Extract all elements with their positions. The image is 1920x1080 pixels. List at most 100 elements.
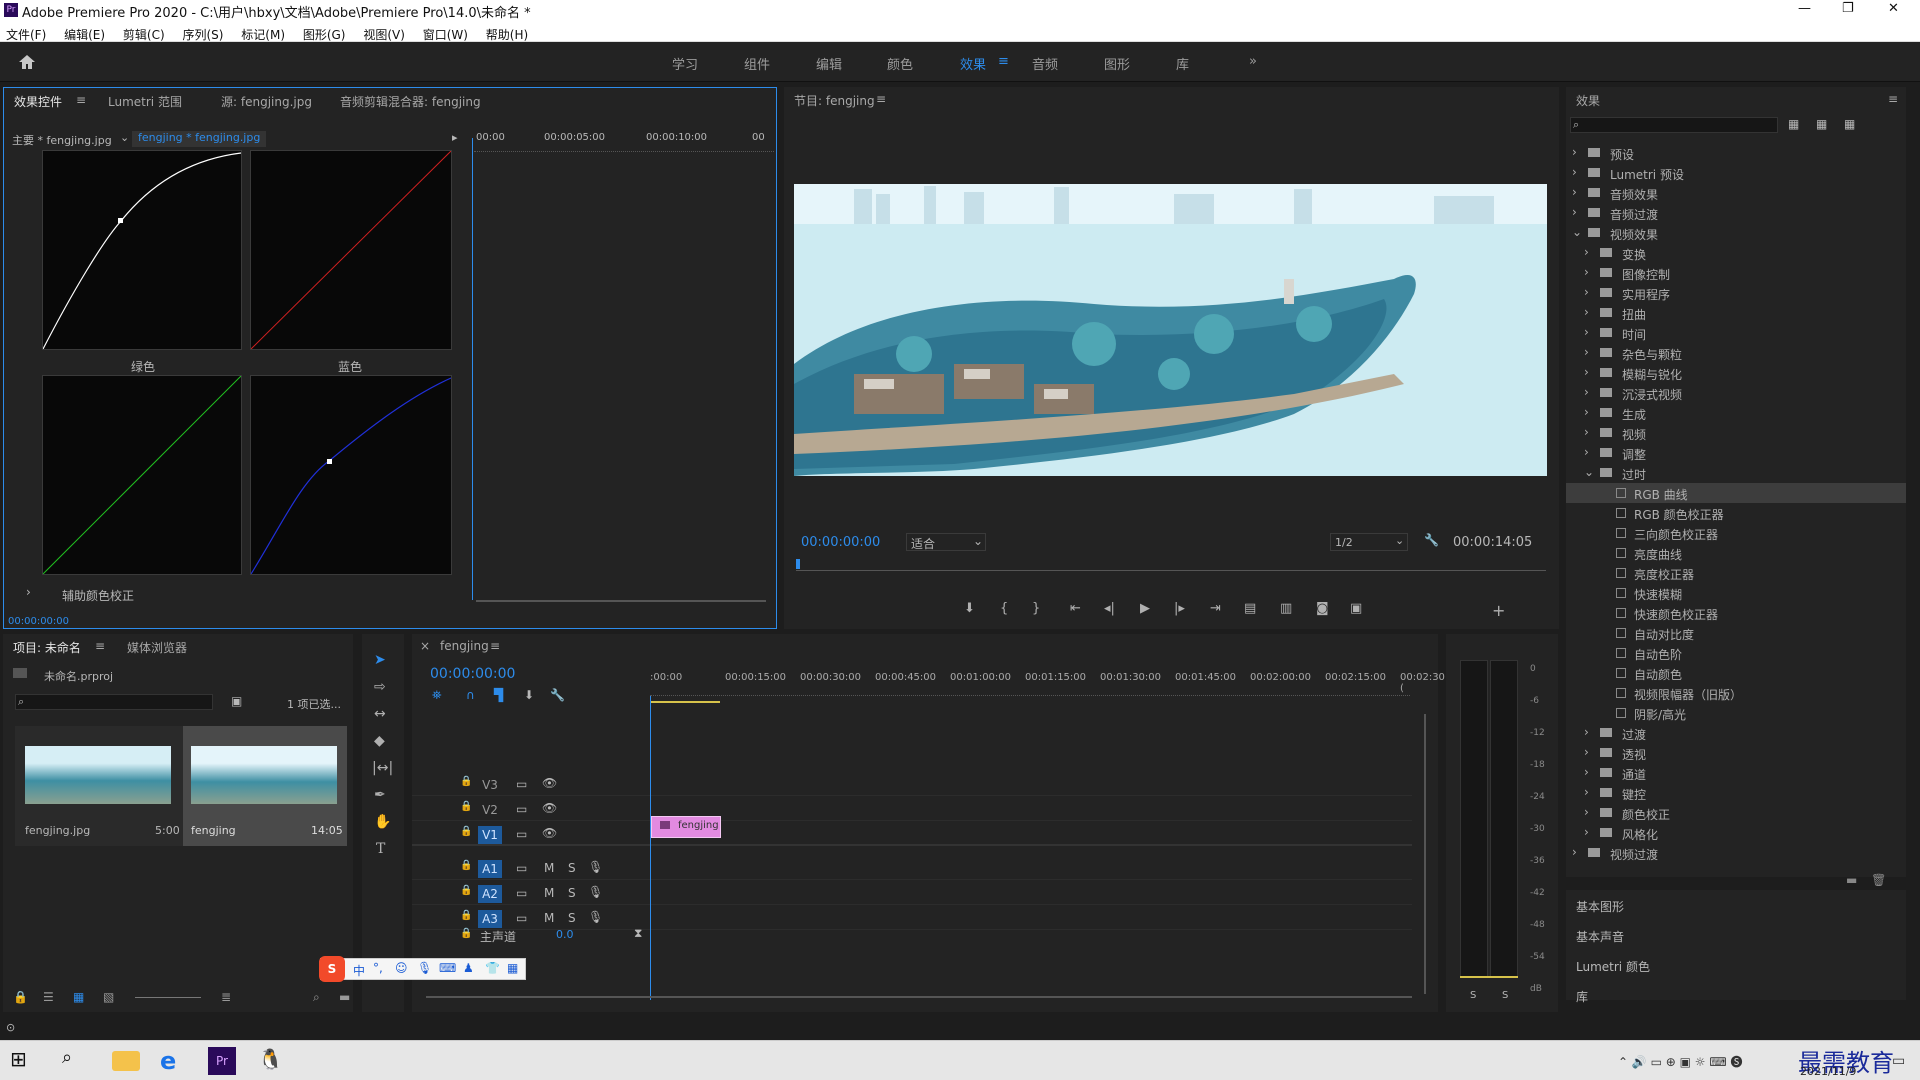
effects-tree-item[interactable]: › 图像控制	[1566, 263, 1906, 283]
effects-tree-item[interactable]: › 实用程序	[1566, 283, 1906, 303]
sync-lock-icon[interactable]: ▭	[516, 802, 527, 816]
effects-tree-item[interactable]: 自动色阶	[1566, 643, 1906, 663]
tab-media-browser[interactable]: 媒体浏览器	[127, 639, 187, 656]
effects-tree-item[interactable]: › 预设	[1566, 143, 1906, 163]
track-label[interactable]: A2	[478, 885, 502, 903]
effects-search-input[interactable]: ⌕	[1570, 117, 1778, 133]
effects-tree-item[interactable]: › 杂色与颗粒	[1566, 343, 1906, 363]
workspace-audio[interactable]: 音频	[1032, 54, 1058, 73]
chevron-right-icon[interactable]: ›	[1584, 305, 1589, 319]
effects-tree-item[interactable]: 亮度校正器	[1566, 563, 1906, 583]
effects-tree-item[interactable]: › 透视	[1566, 743, 1906, 763]
project-item-2[interactable]: fengjing 14:05	[183, 726, 347, 846]
tray-icons[interactable]: ⌃ 🔊 ▭ ⊕ ▣ ☼ ⌨ 🅢	[1618, 1053, 1743, 1070]
timeline-vscroll[interactable]	[1424, 714, 1426, 994]
lock-icon[interactable]: 🔒	[460, 860, 472, 871]
list-view-icon[interactable]: ☰	[43, 990, 54, 1004]
section-lumetri-color[interactable]: Lumetri 颜色	[1576, 958, 1650, 975]
effects-tree-item[interactable]: 三向颜色校正器	[1566, 523, 1906, 543]
sync-lock-icon[interactable]: ▭	[516, 827, 527, 841]
toolbox-icon[interactable]: ▦	[507, 961, 518, 975]
program-title[interactable]: 节目: fengjing	[794, 92, 875, 109]
new-folder-icon[interactable]: ▬	[1846, 873, 1857, 887]
effects-tree-item[interactable]: ⌄ 过时	[1566, 463, 1906, 483]
eye-icon[interactable]: 👁	[542, 801, 557, 815]
microphone-icon[interactable]: 🎙	[588, 885, 603, 899]
effects-tree-item[interactable]: › 音频过渡	[1566, 203, 1906, 223]
eye-icon[interactable]: 👁	[542, 826, 557, 840]
workspace-assembly[interactable]: 组件	[744, 54, 770, 73]
voice-icon[interactable]: 🎙	[417, 961, 432, 975]
effects-tree-item[interactable]: › 过渡	[1566, 723, 1906, 743]
chevron-down-icon[interactable]: ⌄	[1572, 225, 1582, 239]
panel-menu-icon[interactable]: ≡	[76, 93, 86, 107]
keyboard-icon[interactable]: ⌨	[439, 961, 456, 975]
chevron-right-icon[interactable]: ›	[1572, 165, 1577, 179]
red-curve-graph[interactable]	[250, 150, 452, 350]
section-essential-sound[interactable]: 基本声音	[1576, 928, 1624, 945]
clip-tab[interactable]: fengjing * fengjing.jpg	[132, 131, 267, 147]
solo-button[interactable]: S	[568, 886, 576, 900]
search-icon[interactable]: ⌕	[62, 1047, 90, 1075]
work-area-bar[interactable]	[650, 701, 720, 703]
workspace-editing[interactable]: 编辑	[816, 54, 842, 73]
tab-audio-clip-mixer[interactable]: 音频剪辑混合器: fengjing	[340, 93, 481, 110]
timeline-tab[interactable]: fengjing	[440, 639, 489, 653]
track-select-tool-icon[interactable]: ⇨	[374, 679, 386, 695]
lock-icon[interactable]: 🔒	[460, 885, 472, 896]
new-bin-icon[interactable]: ▣	[231, 694, 242, 708]
chevron-right-icon[interactable]: ›	[1584, 265, 1589, 279]
eye-icon[interactable]: 👁	[542, 776, 557, 790]
master-clip-label[interactable]: 主要 * fengjing.jpg	[12, 132, 112, 148]
add-marker-icon[interactable]: ⬇	[524, 688, 534, 702]
chevron-right-icon[interactable]: ›	[1584, 325, 1589, 339]
ime-mode[interactable]: 中	[353, 962, 365, 979]
add-marker-icon[interactable]: ⬇	[964, 601, 975, 616]
section-libraries[interactable]: 库	[1576, 988, 1588, 1005]
zoom-slider[interactable]	[135, 997, 201, 998]
menu-sequence[interactable]: 序列(S)	[182, 28, 223, 42]
comparison-view-icon[interactable]: ▣	[1350, 601, 1362, 616]
section-essential-graphics[interactable]: 基本图形	[1576, 898, 1624, 915]
chevron-right-icon[interactable]: ›	[1584, 745, 1589, 759]
home-icon[interactable]	[18, 54, 36, 70]
file-explorer-icon[interactable]	[112, 1051, 140, 1071]
timeline-close-icon[interactable]: ×	[420, 639, 430, 653]
timeline-wrench-icon[interactable]: 🔧	[550, 688, 565, 702]
microphone-icon[interactable]: 🎙	[588, 910, 603, 924]
effects-tree-item[interactable]: RGB 曲线	[1566, 483, 1906, 503]
fit-dropdown[interactable]: 适合 ⌄	[906, 533, 986, 551]
effects-tree-item[interactable]: › 通道	[1566, 763, 1906, 783]
menu-graphics[interactable]: 图形(G)	[303, 28, 346, 42]
maximize-button[interactable]: ❐	[1842, 1, 1854, 16]
effects-tree-item[interactable]: › 沉浸式视频	[1566, 383, 1906, 403]
windows-start-icon[interactable]: ⊞	[10, 1047, 38, 1075]
close-button[interactable]: ✕	[1888, 1, 1899, 16]
menu-clip[interactable]: 剪辑(C)	[123, 28, 165, 42]
lock-icon[interactable]: 🔒	[460, 776, 472, 787]
chevron-right-icon[interactable]: ›	[1572, 185, 1577, 199]
track-header-v1[interactable]: 🔒 V1 ▭ 👁	[412, 822, 1412, 846]
effects-tree-item[interactable]: › 键控	[1566, 783, 1906, 803]
effects-tree-item[interactable]: › 调整	[1566, 443, 1906, 463]
workspace-libraries[interactable]: 库	[1176, 54, 1189, 73]
timeline-playhead[interactable]	[650, 696, 651, 1000]
mark-in-icon[interactable]: {	[1000, 601, 1008, 616]
emoji-icon[interactable]: ☺	[395, 961, 408, 975]
icon-view-icon[interactable]: ▦	[73, 990, 84, 1004]
add-button-icon[interactable]: +	[1492, 601, 1505, 620]
premiere-taskbar-icon[interactable]: Pr	[208, 1047, 236, 1075]
nest-icon[interactable]: ▜	[494, 688, 503, 702]
effects-tree-item[interactable]: › 生成	[1566, 403, 1906, 423]
program-menu-icon[interactable]: ≡	[876, 92, 886, 106]
32bit-icon[interactable]: ▦	[1816, 117, 1827, 131]
effects-tree-item[interactable]: › 视频过渡	[1566, 843, 1906, 863]
selection-tool-icon[interactable]: ➤	[374, 652, 386, 668]
master-value[interactable]: 0.0	[556, 928, 574, 941]
clip-fengjing[interactable]: fengjing	[651, 816, 721, 838]
timeline-timecode[interactable]: 00:00:00:00	[430, 666, 515, 682]
step-forward-icon[interactable]: |▸	[1174, 601, 1185, 616]
project-search-input[interactable]: ⌕	[15, 694, 213, 710]
effects-tree-item[interactable]: › 风格化	[1566, 823, 1906, 843]
track-label[interactable]: V1	[478, 826, 502, 844]
